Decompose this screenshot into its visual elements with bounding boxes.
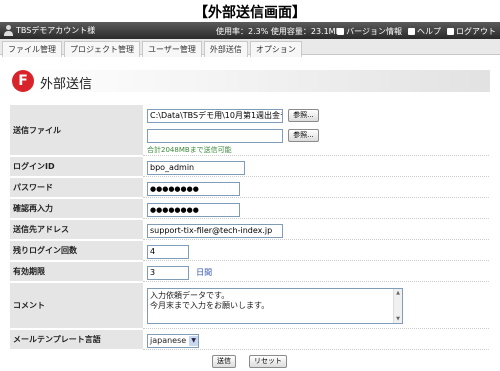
screen-caption: 【外部送信画面】 <box>194 5 306 21</box>
send-form: 送信ファイル C:\Data\TBSデモ用\10月第1週出金デ 参照... 参照… <box>10 104 489 371</box>
scroll-up-icon: ▲ <box>396 289 400 296</box>
tab-file-management[interactable]: ファイル管理 <box>2 41 62 57</box>
scroll-track <box>394 297 402 315</box>
address-input[interactable]: support-tix-filer@tech-index.jp <box>147 223 283 238</box>
remaining-logins-cell: 4 <box>143 241 489 261</box>
logo-icon: F <box>12 70 34 92</box>
logout-link[interactable]: ログアウト <box>447 26 496 37</box>
expiry-input[interactable]: 3 <box>147 265 189 280</box>
info-icon <box>337 28 345 35</box>
chevron-down-icon: ▼ <box>189 335 199 346</box>
login-id-cell: bpo_admin <box>143 157 489 177</box>
template-language-value: japanese <box>150 336 187 345</box>
file-path-input[interactable]: C:\Data\TBSデモ用\10月第1週出金デ <box>147 108 283 123</box>
file-size-note: 合計2048MBまで送信可能 <box>147 146 232 154</box>
scroll-down-icon: ▼ <box>396 315 400 322</box>
page-title: 外部送信 <box>40 77 93 92</box>
login-id-input[interactable]: bpo_admin <box>147 160 245 175</box>
form-actions: 送信 リセット <box>10 351 489 370</box>
version-label: バージョン情報 <box>346 27 402 36</box>
template-language-select[interactable]: japanese ▼ <box>147 333 200 348</box>
template-language-cell: japanese ▼ <box>143 330 489 350</box>
tab-project-management[interactable]: プロジェクト管理 <box>64 41 140 57</box>
account-info: TBSデモアカウント様 <box>4 25 95 36</box>
login-id-label: ログインID <box>10 157 143 177</box>
help-label: ヘルプ <box>417 27 441 36</box>
expiry-unit: 日間 <box>196 268 213 277</box>
help-icon <box>408 28 415 35</box>
account-name: TBSデモアカウント様 <box>16 26 96 35</box>
password-label: パスワード <box>10 178 143 198</box>
top-bar: TBSデモアカウント様 使用率：2.3% 使用容量：23.1MB バージョン情報… <box>0 22 500 39</box>
reset-button[interactable]: リセット <box>249 355 288 368</box>
comment-label: コメント <box>10 283 143 329</box>
usage-capacity: 使用容量：23.1MB <box>270 27 342 36</box>
tab-options[interactable]: オプション <box>249 41 302 57</box>
file-path-input-2[interactable] <box>147 128 283 143</box>
usage-rate: 使用率：2.3% <box>216 27 269 36</box>
page-title-band: F 外部送信 <box>10 70 490 92</box>
help-link[interactable]: ヘルプ <box>408 26 441 37</box>
expiry-label: 有効期限 <box>10 262 143 282</box>
browse-button-2[interactable]: 参照... <box>288 129 319 142</box>
file-label: 送信ファイル <box>10 105 143 156</box>
confirm-cell: ●●●●●●●● <box>143 199 489 219</box>
version-link[interactable]: バージョン情報 <box>337 26 402 37</box>
remaining-logins-input[interactable]: 4 <box>147 244 189 259</box>
browse-button-1[interactable]: 参照... <box>288 109 319 122</box>
comment-scrollbar[interactable]: ▲ ▼ <box>393 288 402 323</box>
remaining-logins-label: 残りログイン回数 <box>10 241 143 261</box>
password-input[interactable]: ●●●●●●●● <box>147 181 240 196</box>
main-nav: ファイル管理 プロジェクト管理 ユーザー管理 外部送信 オプション <box>0 39 500 57</box>
password-cell: ●●●●●●●● <box>143 178 489 198</box>
logout-label: ログアウト <box>456 27 496 36</box>
tab-user-management[interactable]: ユーザー管理 <box>142 41 202 57</box>
comment-textarea[interactable]: 入力依頼データです。 今月末まで入力をお願いします。 ▲ ▼ <box>147 287 403 324</box>
expiry-cell: 3 日間 <box>143 262 489 282</box>
file-field-cell: C:\Data\TBSデモ用\10月第1週出金デ 参照... 参照... 合計2… <box>143 105 489 156</box>
address-cell: support-tix-filer@tech-index.jp <box>143 220 489 240</box>
usage-info: 使用率：2.3% 使用容量：23.1MB <box>216 26 341 37</box>
send-button[interactable]: 送信 <box>211 355 236 368</box>
user-icon <box>4 25 13 36</box>
tab-external-send[interactable]: 外部送信 <box>203 41 248 57</box>
comment-cell: 入力依頼データです。 今月末まで入力をお願いします。 ▲ ▼ <box>143 283 489 329</box>
comment-line-2: 今月末まで入力をお願いします。 <box>150 300 270 310</box>
confirm-password-input[interactable]: ●●●●●●●● <box>147 202 240 217</box>
top-links: バージョン情報 ヘルプ ログアウト <box>337 26 496 37</box>
comment-line-1: 入力依頼データです。 <box>150 290 230 300</box>
address-label: 送信先アドレス <box>10 220 143 240</box>
confirm-label: 確認再入力 <box>10 199 143 219</box>
logout-icon <box>447 28 454 35</box>
template-language-label: メールテンプレート言語 <box>10 330 143 350</box>
